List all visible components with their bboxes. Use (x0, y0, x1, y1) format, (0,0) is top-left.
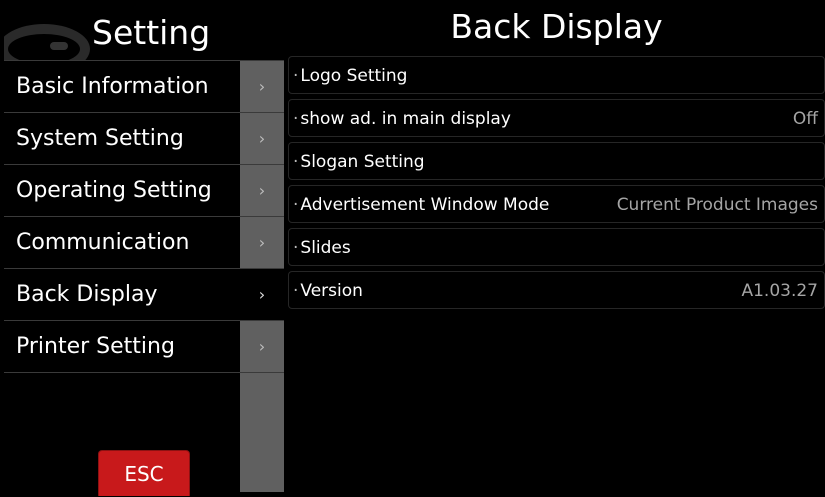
setting-value: Off (792, 109, 818, 129)
brand-logo-icon (4, 24, 90, 60)
sidebar-header: Setting (4, 4, 284, 60)
sidebar-item-printer-setting[interactable]: Printer Setting › (4, 321, 284, 373)
setting-label-text: Logo Setting (300, 66, 408, 86)
page-title: Back Display (450, 7, 663, 46)
sidebar-item-label: Printer Setting (16, 334, 175, 359)
setting-row-logo-setting[interactable]: · Logo Setting (288, 56, 825, 94)
chevron-right-icon[interactable]: › (240, 165, 284, 216)
setting-row-version[interactable]: · Version A1.03.27 (288, 271, 825, 309)
bullet-icon: · (293, 152, 299, 172)
sidebar-item-back-display[interactable]: Back Display › (4, 269, 284, 321)
sidebar-item-label: System Setting (16, 126, 184, 151)
setting-label-text: show ad. in main display (300, 109, 511, 129)
setting-label: · Slides (293, 229, 351, 267)
sidebar-menu: Basic Information › System Setting › Ope… (4, 60, 284, 373)
settings-sidebar: Setting Basic Information › System Setti… (4, 4, 284, 496)
setting-row-slogan-setting[interactable]: · Slogan Setting (288, 142, 825, 180)
sidebar-item-label: Communication (16, 230, 190, 255)
bullet-icon: · (293, 109, 299, 129)
sidebar-arrow-column (240, 373, 284, 492)
sidebar-item-basic-information[interactable]: Basic Information › (4, 60, 284, 113)
esc-button[interactable]: ESC (98, 450, 190, 496)
setting-label-text: Version (300, 281, 363, 301)
setting-label: · Version (293, 272, 363, 310)
settings-list: · Logo Setting · show ad. in main display … (288, 56, 825, 314)
sidebar-item-label: Back Display (16, 282, 158, 307)
setting-label: · Advertisement Window Mode (293, 186, 549, 224)
setting-row-slides[interactable]: · Slides (288, 228, 825, 266)
chevron-right-icon[interactable]: › (240, 217, 284, 268)
setting-value: Current Product Images (616, 195, 818, 215)
sidebar-title: Setting (92, 13, 211, 52)
chevron-right-icon[interactable]: › (240, 61, 284, 112)
chevron-right-icon[interactable]: › (240, 113, 284, 164)
setting-label-text: Slogan Setting (300, 152, 425, 172)
setting-row-show-ad-main-display[interactable]: · show ad. in main display Off (288, 99, 825, 137)
sidebar-item-communication[interactable]: Communication › (4, 217, 284, 269)
bullet-icon: · (293, 238, 299, 258)
bullet-icon: · (293, 195, 299, 215)
setting-label-text: Advertisement Window Mode (300, 195, 550, 215)
bullet-icon: · (293, 281, 299, 301)
setting-row-advertisement-window-mode[interactable]: · Advertisement Window Mode Current Produ… (288, 185, 825, 223)
chevron-right-icon[interactable]: › (240, 321, 284, 372)
sidebar-item-operating-setting[interactable]: Operating Setting › (4, 165, 284, 217)
setting-value: A1.03.27 (741, 281, 818, 301)
setting-label-text: Slides (300, 238, 351, 258)
sidebar-item-label: Operating Setting (16, 178, 212, 203)
setting-label: · Logo Setting (293, 57, 407, 95)
app-window: Setting Basic Information › System Setti… (0, 0, 825, 496)
bullet-icon: · (293, 66, 299, 86)
setting-label: · Slogan Setting (293, 143, 425, 181)
chevron-right-icon[interactable]: › (240, 269, 284, 320)
setting-label: · show ad. in main display (293, 100, 511, 138)
brand-logo-mark (50, 42, 68, 50)
sidebar-item-label: Basic Information (16, 74, 209, 99)
sidebar-item-system-setting[interactable]: System Setting › (4, 113, 284, 165)
